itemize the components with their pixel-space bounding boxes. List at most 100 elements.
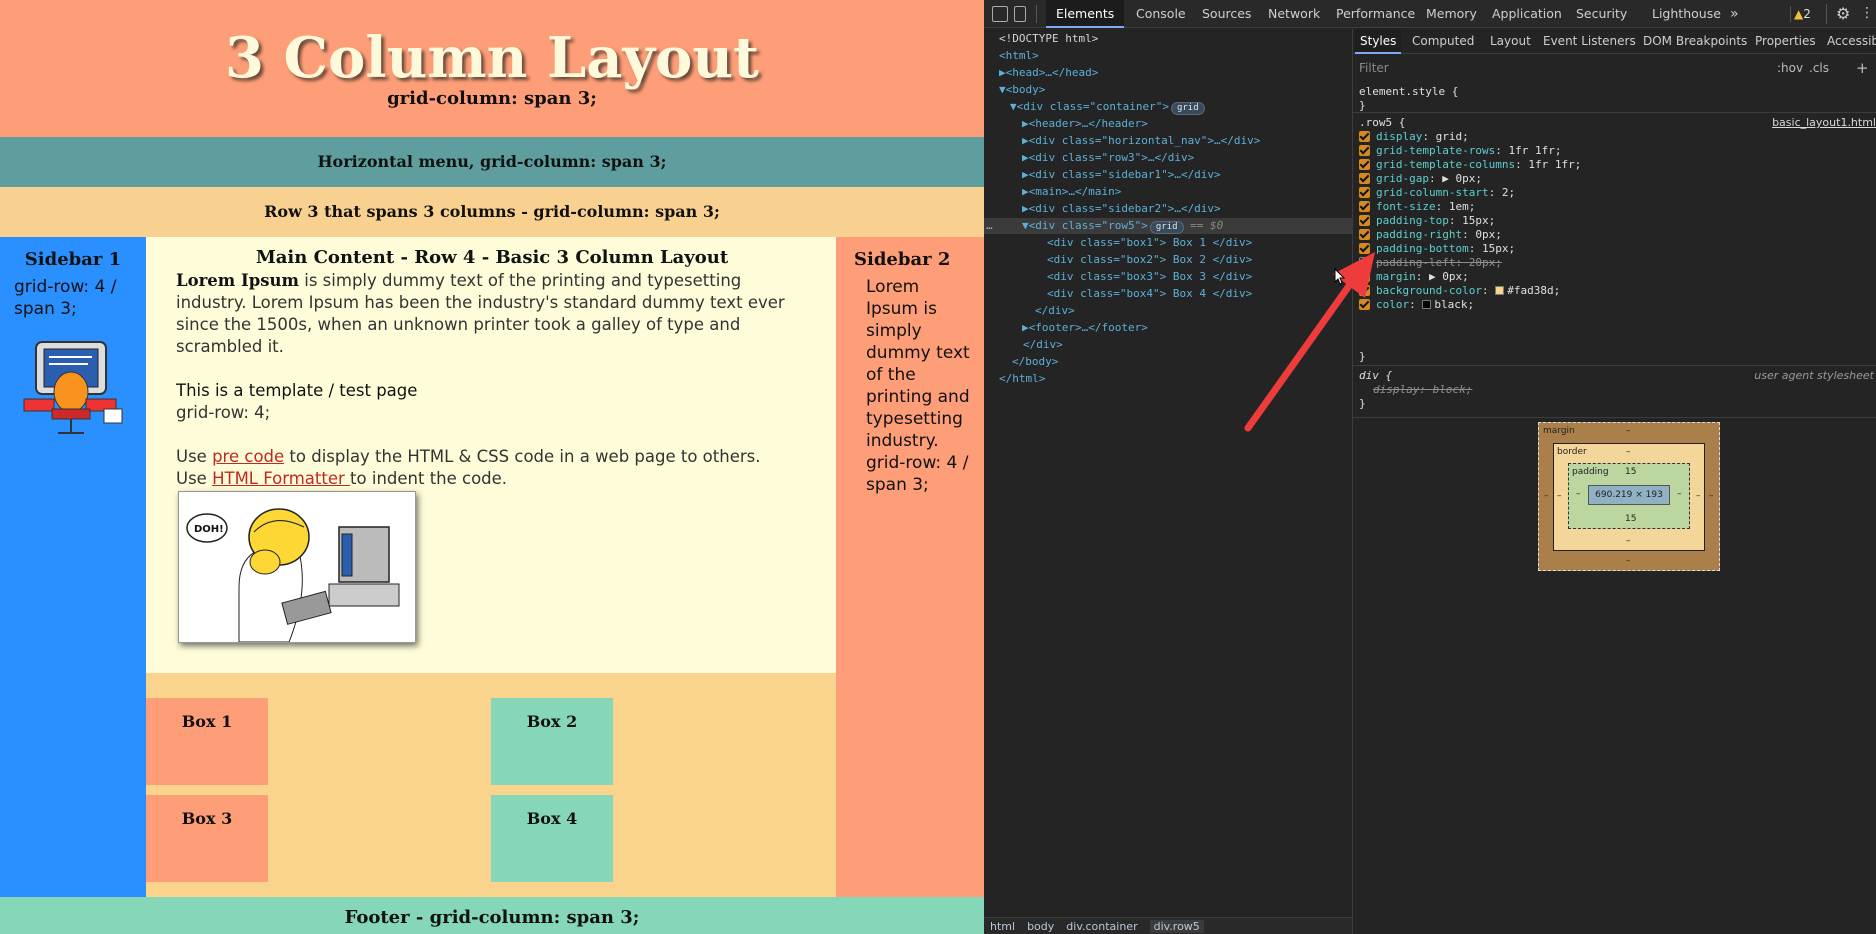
tab-security[interactable]: Security — [1576, 0, 1627, 28]
prop-value[interactable]: black; — [1434, 298, 1474, 311]
tab-console[interactable]: Console — [1136, 0, 1186, 28]
color-swatch[interactable] — [1422, 300, 1432, 309]
prop-name[interactable]: padding-right — [1376, 228, 1462, 241]
element-style-selector[interactable]: element.style { — [1359, 85, 1458, 99]
tab-application[interactable]: Application — [1492, 0, 1562, 28]
css-prop-grid-gap[interactable]: grid-gap: ▶ 0px; — [1359, 172, 1482, 186]
tab-network[interactable]: Network — [1268, 0, 1320, 28]
grid-badge-row5[interactable]: grid — [1149, 221, 1184, 234]
inspect-element-icon[interactable] — [992, 6, 1008, 22]
prop-value[interactable]: 15px; — [1462, 214, 1495, 227]
tab-accessibility[interactable]: Accessibility — [1827, 29, 1876, 54]
breadcrumb-container[interactable]: div.container — [1066, 920, 1137, 933]
breadcrumb-row5[interactable]: div.row5 — [1149, 920, 1204, 933]
css-prop-font-size[interactable]: font-size: 1em; — [1359, 200, 1475, 214]
tab-event-listeners[interactable]: Event Listeners — [1543, 29, 1636, 54]
dom-line-head[interactable]: ▶<head>…</head> — [999, 65, 1098, 81]
prop-value[interactable]: 1fr 1fr; — [1528, 158, 1581, 171]
warnings-badge[interactable]: ▲2 — [1790, 6, 1814, 22]
css-prop-padding-right[interactable]: padding-right: 0px; — [1359, 228, 1502, 242]
row5-selector[interactable]: .row5 { — [1359, 116, 1405, 130]
prop-name[interactable]: grid-column-start — [1376, 186, 1489, 199]
dom-line-doctype[interactable]: <!DOCTYPE html> — [999, 31, 1098, 47]
dom-line-row3[interactable]: ▶<div class="row3">…</div> — [1022, 150, 1194, 166]
grid-badge[interactable]: grid — [1170, 102, 1205, 115]
tab-properties[interactable]: Properties — [1755, 29, 1816, 54]
prop-checkbox[interactable] — [1359, 131, 1370, 142]
dom-line-box3[interactable]: <div class="box3"> Box 3 </div> — [1047, 269, 1252, 285]
prop-value[interactable]: 2; — [1502, 186, 1515, 199]
dom-line-body-close[interactable]: </body> — [1012, 354, 1058, 370]
prop-name[interactable]: grid-template-rows — [1376, 144, 1495, 157]
prop-name[interactable]: padding-top — [1376, 214, 1449, 227]
tab-computed[interactable]: Computed — [1412, 29, 1474, 54]
dom-line-main[interactable]: ▶<main>…</main> — [1022, 184, 1121, 200]
css-prop-grid-column-start[interactable]: grid-column-start: 2; — [1359, 186, 1515, 200]
dom-line-row5-close[interactable]: </div> — [1035, 303, 1075, 319]
color-swatch[interactable] — [1495, 286, 1505, 295]
prop-checkbox[interactable] — [1359, 187, 1370, 198]
dom-line-box4[interactable]: <div class="box4"> Box 4 </div> — [1047, 286, 1252, 302]
computer-user-icon — [23, 341, 123, 434]
dom-line-row5-selected[interactable]: … ▼<div class="row5"> grid == $0 — [984, 218, 1352, 234]
cls-toggle[interactable]: .cls — [1809, 58, 1829, 78]
tab-lighthouse[interactable]: Lighthouse — [1652, 0, 1721, 28]
prop-value[interactable]: 1fr 1fr; — [1508, 144, 1561, 157]
prop-value[interactable]: ▶ 0px; — [1442, 172, 1482, 185]
dom-line-box2[interactable]: <div class="box2"> Box 2 </div> — [1047, 252, 1252, 268]
row5-source-link[interactable]: basic_layout1.html — [1772, 116, 1876, 129]
prop-checkbox[interactable] — [1359, 173, 1370, 184]
breadcrumb-body[interactable]: body — [1027, 920, 1054, 933]
dom-line-html[interactable]: <html> — [999, 48, 1039, 64]
styles-filter-input[interactable]: Filter — [1359, 58, 1764, 78]
more-tabs-icon[interactable]: » — [1730, 0, 1739, 28]
html-formatter-link[interactable]: HTML Formatter — [212, 469, 350, 488]
prop-value[interactable]: grid; — [1436, 130, 1469, 143]
device-toolbar-icon[interactable] — [1014, 6, 1026, 22]
dom-line-box1[interactable]: <div class="box1"> Box 1 </div> — [1047, 235, 1252, 251]
css-prop-display[interactable]: display: grid; — [1359, 130, 1469, 144]
css-prop-grid-template-columns[interactable]: grid-template-columns: 1fr 1fr; — [1359, 158, 1581, 172]
prop-checkbox[interactable] — [1359, 201, 1370, 212]
prop-value[interactable]: 20px; — [1469, 256, 1502, 269]
pre-code-link[interactable]: pre code — [212, 447, 284, 466]
tab-performance[interactable]: Performance — [1336, 0, 1415, 28]
tab-dom-breakpoints[interactable]: DOM Breakpoints — [1643, 29, 1747, 54]
tab-memory[interactable]: Memory — [1426, 0, 1477, 28]
prop-name[interactable]: font-size — [1376, 200, 1436, 213]
dom-line-horizontal-nav[interactable]: ▶<div class="horizontal_nav">…</div> — [1022, 133, 1260, 149]
tab-sources[interactable]: Sources — [1202, 0, 1251, 28]
prop-value[interactable]: 1em; — [1449, 200, 1476, 213]
dom-line-footer[interactable]: ▶<footer>…</footer> — [1022, 320, 1148, 336]
prop-name[interactable]: grid-template-columns — [1376, 158, 1515, 171]
prop-checkbox[interactable] — [1359, 215, 1370, 226]
breadcrumb-html[interactable]: html — [990, 920, 1015, 933]
prop-value[interactable]: 15px; — [1482, 242, 1515, 255]
tab-elements[interactable]: Elements — [1046, 0, 1125, 28]
prop-value[interactable]: 0px; — [1475, 228, 1502, 241]
prop-value[interactable]: #fad38d; — [1507, 284, 1560, 297]
dom-line-html-close[interactable]: </html> — [999, 371, 1045, 387]
tab-styles[interactable]: Styles — [1355, 29, 1402, 54]
dom-line-container-close[interactable]: </div> — [1023, 337, 1063, 353]
dom-line-sidebar2[interactable]: ▶<div class="sidebar2">…</div> — [1022, 201, 1221, 217]
dom-line-sidebar1[interactable]: ▶<div class="sidebar1">…</div> — [1022, 167, 1221, 183]
prop-checkbox[interactable] — [1359, 159, 1370, 170]
prop-checkbox[interactable] — [1359, 229, 1370, 240]
more-options-icon[interactable]: ⋮ — [1860, 4, 1874, 22]
dom-line-container[interactable]: ▼<div class="container"> grid — [1010, 99, 1205, 115]
hov-toggle[interactable]: :hov — [1777, 58, 1803, 78]
prop-name[interactable]: display — [1376, 130, 1422, 143]
css-prop-grid-template-rows[interactable]: grid-template-rows: 1fr 1fr; — [1359, 144, 1561, 158]
dom-line-dots[interactable]: … — [986, 218, 993, 234]
tab-layout[interactable]: Layout — [1490, 29, 1531, 54]
prop-value[interactable]: ▶ 0px; — [1429, 270, 1469, 283]
dom-line-body[interactable]: ▼<body> — [999, 82, 1045, 98]
settings-gear-icon[interactable]: ⚙ — [1836, 4, 1850, 23]
dom-line-header[interactable]: ▶<header>…</header> — [1022, 116, 1148, 132]
prop-name[interactable]: background-color — [1376, 284, 1482, 297]
css-prop-padding-top[interactable]: padding-top: 15px; — [1359, 214, 1495, 228]
prop-name[interactable]: grid-gap — [1376, 172, 1429, 185]
prop-checkbox[interactable] — [1359, 145, 1370, 156]
new-rule-plus-icon[interactable]: + — [1856, 58, 1869, 78]
